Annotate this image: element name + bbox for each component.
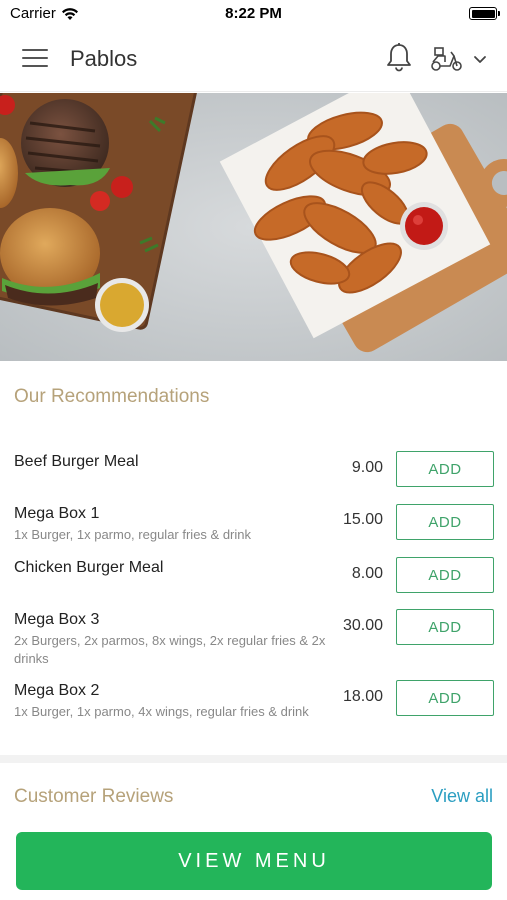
item-description: 1x Burger, 1x parmo, regular fries & dri…: [14, 527, 251, 542]
section-divider: [0, 755, 507, 763]
view-menu-button[interactable]: VIEW MENU: [16, 832, 492, 890]
reviews-title: Customer Reviews: [14, 786, 174, 807]
recommendations-title: Our Recommendations: [14, 386, 210, 407]
item-name: Mega Box 2: [14, 682, 100, 699]
item-price: 18.00: [342, 688, 383, 705]
status-time: 8:22 PM: [225, 5, 282, 22]
view-all-link[interactable]: View all: [431, 786, 493, 807]
add-button[interactable]: ADD: [396, 680, 494, 716]
page-title: Pablos: [70, 46, 138, 71]
food-banner-image: [0, 93, 507, 361]
item-name: Beef Burger Meal: [14, 453, 139, 470]
item-description: 2x Burgers, 2x parmos, 8x wings, 2x regu…: [14, 633, 326, 666]
add-button[interactable]: ADD: [396, 609, 494, 645]
item-description: 1x Burger, 1x parmo, 4x wings, regular f…: [14, 704, 309, 719]
item-name: Chicken Burger Meal: [14, 559, 164, 576]
add-button[interactable]: ADD: [396, 504, 494, 540]
app-header: Pablos: [0, 28, 507, 92]
item-price: 9.00: [351, 459, 383, 476]
item-price: 8.00: [351, 565, 383, 582]
item-price: 30.00: [342, 617, 383, 634]
bell-icon[interactable]: [385, 42, 413, 74]
item-price: 15.00: [342, 511, 383, 528]
hero-banner: [0, 93, 507, 361]
add-button[interactable]: ADD: [396, 451, 494, 487]
chevron-down-icon[interactable]: [472, 52, 488, 66]
item-name: Mega Box 1: [14, 505, 100, 522]
add-button[interactable]: ADD: [396, 557, 494, 593]
battery-icon: [469, 7, 500, 20]
status-bar: Carrier 8:22 PM: [0, 0, 507, 28]
menu-icon[interactable]: [22, 49, 48, 69]
scooter-icon[interactable]: [430, 46, 464, 72]
item-name: Mega Box 3: [14, 611, 100, 628]
